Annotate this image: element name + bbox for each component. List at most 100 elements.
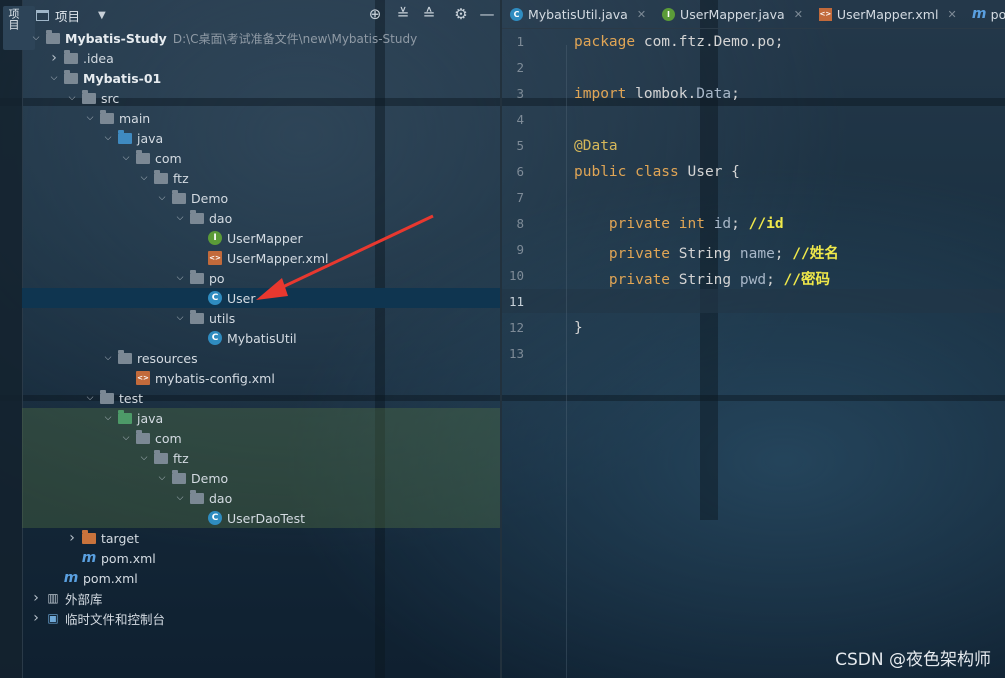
code-line[interactable]: public class User { (574, 164, 740, 180)
expand-chevron-icon[interactable]: ⌵ (120, 153, 132, 163)
expand-chevron-icon[interactable]: ⌵ (30, 33, 42, 43)
editor-tab-label: UserMapper.xml (836, 6, 939, 22)
line-number: 6 (516, 164, 524, 179)
folder-shape (82, 89, 96, 104)
tree-node[interactable]: ⌵ Demo (22, 188, 500, 208)
tree-node[interactable]: ⌵ main (22, 108, 500, 128)
tree-node[interactable]: ⌵ java (22, 128, 500, 148)
locate-file-icon[interactable]: ⊕ (366, 5, 384, 23)
close-icon[interactable]: ✕ (794, 8, 803, 21)
expand-chevron-icon[interactable]: ⌵ (174, 493, 186, 503)
line-number: 1 (516, 34, 524, 49)
tree-node[interactable]: ⌵ dao (22, 488, 500, 508)
arrow-head (256, 278, 288, 300)
tree-node[interactable]: ⌵ Demo (22, 468, 500, 488)
expand-chevron-icon[interactable]: ⌵ (174, 273, 186, 283)
expand-chevron-icon[interactable]: ⌵ (102, 353, 114, 363)
code-line[interactable]: private String pwd; //密码 (574, 268, 830, 289)
expand-chevron-icon[interactable]: ⌵ (174, 213, 186, 223)
code-line[interactable]: private int id; //id (574, 216, 784, 232)
project-view-selector[interactable]: 项目 ▼ (36, 6, 106, 25)
expand-chevron-icon[interactable]: ⌵ (66, 93, 78, 103)
tree-node[interactable]: › target (22, 528, 500, 548)
code-line[interactable]: } (574, 320, 583, 336)
expand-chevron-icon[interactable]: ⌵ (84, 393, 96, 403)
expand-chevron-icon[interactable]: ⌵ (156, 473, 168, 483)
code-line[interactable]: package com.ftz.Demo.po; (574, 34, 784, 50)
code-token: private int (608, 216, 714, 232)
close-icon[interactable]: ✕ (947, 8, 956, 21)
tree-node[interactable]: ⌵ com (22, 148, 500, 168)
tree-node[interactable]: ⌵ Mybatis-01 (22, 68, 500, 88)
expand-chevron-icon[interactable]: ⌵ (102, 413, 114, 423)
expand-chevron-icon[interactable]: ⌵ (102, 133, 114, 143)
editor-tab[interactable]: <> UserMapper.xml ✕ (811, 0, 965, 28)
folder-shape (118, 409, 132, 424)
editor-tab-label: pom.xml (990, 6, 1005, 22)
tree-node[interactable]: m pom.xml (22, 548, 500, 568)
tree-node[interactable]: ⌵ Mybatis-Study D:\C桌面\考试准备文件\new\Mybatis-… (22, 28, 500, 48)
tree-node[interactable]: ⌵ test (22, 388, 500, 408)
editor-tab[interactable]: mpom.xml (965, 0, 1005, 28)
code-line[interactable]: private String name; //姓名 (574, 242, 839, 263)
line-number: 2 (516, 60, 524, 75)
expand-chevron-icon[interactable]: ⌵ (174, 313, 186, 323)
tree-node-label: dao (209, 210, 233, 226)
folder-shape (118, 129, 132, 144)
folder-icon (64, 49, 78, 65)
chevron-down-icon[interactable]: ▼ (98, 10, 106, 21)
editor-tab[interactable]: C MybatisUtil.java ✕ (502, 0, 654, 28)
collapse-chevron-icon[interactable]: › (66, 530, 78, 546)
code-token: ; (731, 86, 740, 102)
folder-shape (64, 49, 78, 64)
tree-node[interactable]: ⌵ utils (22, 308, 500, 328)
tree-node[interactable]: ⌵ resources (22, 348, 500, 368)
tree-node[interactable]: ⌵ src (22, 88, 500, 108)
code-token: package (574, 34, 644, 50)
tree-node[interactable]: C MybatisUtil (22, 328, 500, 348)
tree-node[interactable]: › ▥ 外部库 (22, 588, 500, 608)
expand-chevron-icon[interactable]: ⌵ (138, 173, 150, 183)
folder-shape (190, 489, 204, 504)
code-editor[interactable]: package com.ftz.Demo.po; import lombok.Da… (560, 28, 1005, 678)
code-token: public class (574, 164, 688, 180)
folder-icon (136, 429, 150, 445)
code-token: String (678, 246, 740, 262)
expand-chevron-icon[interactable]: ⌵ (48, 73, 60, 83)
editor-tab[interactable]: I UserMapper.java ✕ (654, 0, 811, 28)
code-token: name (739, 246, 775, 262)
code-token: Data (696, 86, 732, 102)
tree-node[interactable]: › .idea (22, 48, 500, 68)
tree-node[interactable]: C UserDaoTest (22, 508, 500, 528)
tree-node[interactable]: ⌵ com (22, 428, 500, 448)
interface-icon: I (208, 231, 222, 245)
tree-node-label: utils (209, 310, 236, 326)
library-icon: ▥ (47, 591, 59, 605)
project-panel-title: 项目 (55, 9, 81, 24)
expand-chevron-icon[interactable]: ⌵ (120, 433, 132, 443)
tree-node-label: dao (209, 490, 233, 506)
code-line[interactable]: @Data (574, 138, 618, 154)
tree-node[interactable]: › ▣ 临时文件和控制台 (22, 608, 500, 628)
tree-node-label: ftz (173, 170, 189, 186)
gear-icon[interactable]: ⚙ (452, 5, 470, 23)
tree-node[interactable]: ⌵ java (22, 408, 500, 428)
collapse-chevron-icon[interactable]: › (30, 590, 42, 606)
collapse-chevron-icon[interactable]: › (30, 610, 42, 626)
close-icon[interactable]: ✕ (637, 8, 646, 21)
hide-panel-icon[interactable]: — (478, 5, 496, 23)
expand-chevron-icon[interactable]: ⌵ (84, 113, 96, 123)
collapse-chevron-icon[interactable]: › (48, 50, 60, 66)
tree-node[interactable]: ⌵ ftz (22, 448, 500, 468)
tree-node[interactable]: m pom.xml (22, 568, 500, 588)
tree-node[interactable]: <> mybatis-config.xml (22, 368, 500, 388)
expand-chevron-icon[interactable]: ⌵ (138, 453, 150, 463)
code-token: id (713, 216, 732, 232)
code-token: @Data (574, 138, 618, 154)
expand-all-icon[interactable]: ≚ (394, 5, 412, 23)
collapse-all-icon[interactable]: ≙ (420, 5, 438, 23)
folder-shape (82, 529, 96, 544)
expand-chevron-icon[interactable]: ⌵ (156, 193, 168, 203)
tree-node[interactable]: ⌵ ftz (22, 168, 500, 188)
code-line[interactable]: import lombok.Data; (574, 86, 740, 102)
